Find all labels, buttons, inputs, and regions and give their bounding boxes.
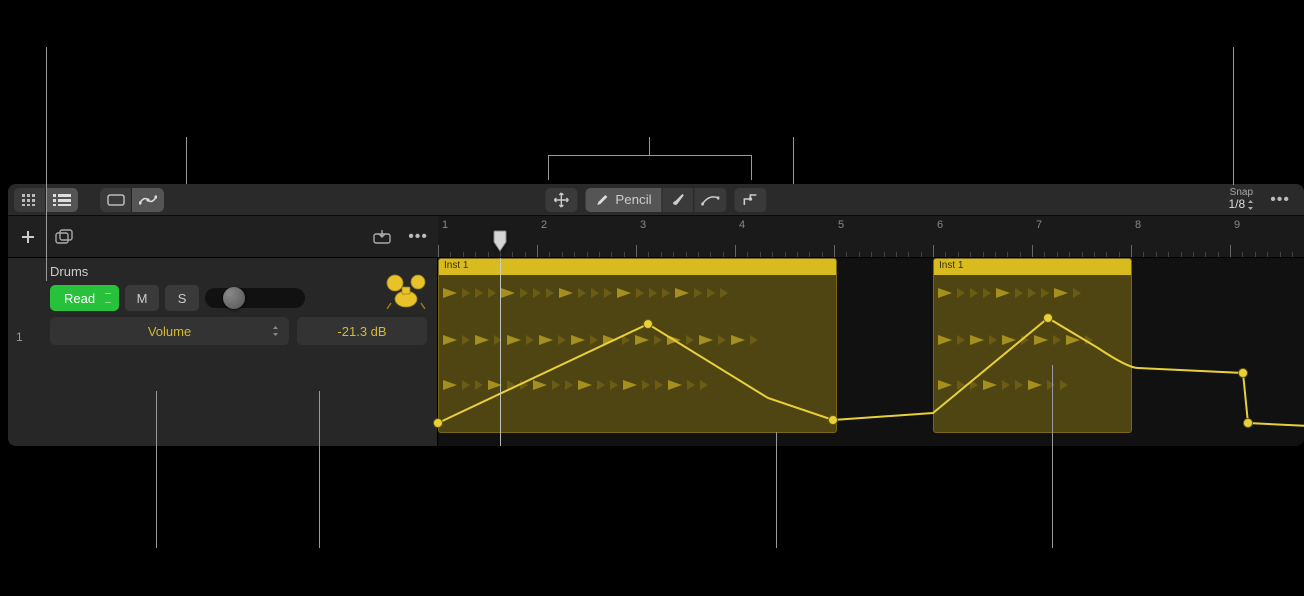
automation-node[interactable] [1243, 418, 1253, 428]
automation-value-display[interactable]: -21.3 dB [297, 317, 427, 345]
parameter-value: -21.3 dB [337, 324, 386, 339]
callout-line [751, 155, 752, 180]
snap-control[interactable]: Snap 1/8 [1229, 187, 1259, 211]
region-name: Inst 1 [439, 259, 836, 275]
automation-view-button[interactable] [132, 188, 164, 212]
inbox-arrow-icon [373, 230, 391, 244]
grid-view-button[interactable] [14, 188, 46, 212]
callout-line [793, 137, 794, 184]
add-track-button[interactable] [14, 223, 42, 251]
volume-fader[interactable] [205, 288, 305, 308]
ruler-bar-label: 1 [442, 219, 448, 231]
playhead[interactable] [493, 230, 507, 252]
tracks-stack-icon [55, 229, 73, 245]
trim-tool-button[interactable] [735, 188, 767, 212]
move-tool-button[interactable] [545, 188, 577, 212]
region-view-button[interactable] [100, 188, 132, 212]
plus-icon [20, 229, 36, 245]
import-button[interactable] [368, 223, 396, 251]
callout-line [548, 155, 751, 156]
track-number: 1 [16, 330, 23, 344]
trim-icon [743, 193, 759, 207]
fader-knob[interactable] [223, 287, 245, 309]
ruler-bar-label: 4 [739, 219, 745, 231]
callout-line [156, 391, 157, 548]
snap-value: 1/8 [1229, 198, 1246, 211]
pencil-label: Pencil [615, 192, 651, 207]
pencil-tool-button[interactable]: Pencil [585, 188, 662, 212]
automation-node[interactable] [433, 418, 443, 428]
more-menu-button[interactable]: ••• [1262, 191, 1298, 209]
solo-button[interactable]: S [165, 285, 199, 311]
ruler-bar-label: 5 [838, 219, 844, 231]
automation-editor: Pencil Snap 1/8 ••• [8, 184, 1304, 446]
ruler-bar-label: 2 [541, 219, 547, 231]
updown-stepper-icon [1247, 200, 1254, 210]
automation-curve-icon [702, 194, 720, 206]
brush-tool-button[interactable] [663, 188, 695, 212]
automation-node[interactable] [1043, 313, 1053, 323]
automation-mode-button[interactable]: Read [50, 285, 119, 311]
mute-button[interactable]: M [125, 285, 159, 311]
track-more-button[interactable]: ••• [404, 228, 432, 246]
ruler-bar-label: 7 [1036, 219, 1042, 231]
audio-region[interactable]: Inst 1 [933, 258, 1132, 433]
main-toolbar: Pencil Snap 1/8 ••• [8, 184, 1304, 216]
drumkit-icon [385, 272, 427, 310]
track-area: 1 Drums Read [8, 258, 1304, 446]
automation-parameter-select[interactable]: Volume [50, 317, 289, 345]
timeline-ruler[interactable]: 1 2 3 4 5 6 7 8 9 [438, 216, 1304, 257]
region-body [439, 275, 836, 432]
duplicate-track-button[interactable] [50, 223, 78, 251]
track-header[interactable]: 1 Drums Read [8, 258, 438, 446]
region-name: Inst 1 [934, 259, 1131, 275]
sub-toolbar: ••• 1 2 3 4 5 6 7 8 9 [8, 216, 1304, 258]
callout-line [548, 155, 549, 180]
audio-region[interactable]: Inst 1 [438, 258, 837, 433]
automation-mode-label: Read [64, 291, 95, 306]
callout-line [649, 137, 650, 155]
region-body [934, 275, 1131, 432]
parameter-name: Volume [148, 324, 191, 339]
chevron-updown-icon [272, 326, 279, 336]
automation-node[interactable] [643, 319, 653, 329]
callout-line [1233, 47, 1234, 185]
callout-line [319, 391, 320, 548]
ruler-bar-label: 9 [1234, 219, 1240, 231]
callout-line [1052, 365, 1053, 548]
pencil-icon [595, 193, 609, 207]
callout-line [46, 47, 47, 281]
track-name: Drums [50, 264, 88, 279]
curve-tool-button[interactable] [695, 188, 727, 212]
paintbrush-icon [670, 193, 686, 207]
automation-lane[interactable]: Inst 1 [438, 258, 1304, 446]
callout-line [186, 137, 187, 184]
ruler-bar-label: 3 [640, 219, 646, 231]
ruler-bar-label: 6 [937, 219, 943, 231]
list-view-button[interactable] [46, 188, 78, 212]
automation-node[interactable] [1238, 368, 1248, 378]
callout-line [776, 432, 777, 548]
automation-node[interactable] [828, 415, 838, 425]
ruler-bar-label: 8 [1135, 219, 1141, 231]
